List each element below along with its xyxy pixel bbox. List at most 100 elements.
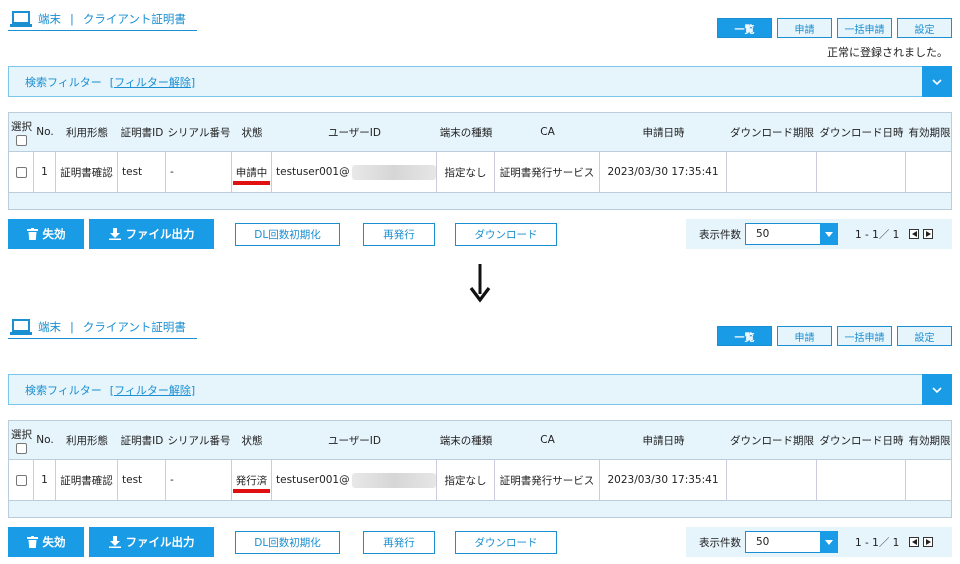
tab-settings[interactable]: 設定 — [897, 326, 952, 346]
per-page-label: 表示件数 — [699, 228, 741, 241]
export-label: ファイル出力 — [125, 535, 195, 549]
row-dl-limit — [727, 152, 817, 192]
tab-bulk-apply[interactable]: 一括申請 — [837, 326, 892, 346]
reissue-button[interactable]: 再発行 — [363, 223, 435, 246]
status-message: 正常に登録されました。 — [827, 46, 948, 59]
trash-icon — [26, 228, 38, 240]
row-usage: 証明書確認 — [56, 152, 118, 192]
row-ca: 証明書発行サービス — [495, 460, 600, 500]
row-select — [9, 152, 34, 192]
row-select — [9, 460, 34, 500]
breadcrumb-device[interactable]: 端末 — [38, 11, 61, 27]
status-text: 申請中 — [235, 166, 268, 179]
revoke-label: 失効 — [42, 535, 66, 549]
per-page-select[interactable]: 50 — [745, 531, 838, 553]
tab-apply[interactable]: 申請 — [777, 326, 832, 346]
col-dl-at: ダウンロード日時 — [819, 126, 904, 139]
tab-bar: 一覧 申請 一括申請 設定 — [717, 326, 952, 346]
col-no: No. — [36, 434, 54, 446]
filter-toggle-button[interactable] — [922, 374, 952, 405]
col-expires: 有効期限 — [908, 126, 951, 139]
row-expires — [906, 152, 953, 192]
reset-dl-button[interactable]: DL回数初期化 — [235, 223, 340, 246]
per-page-select[interactable]: 50 — [745, 223, 838, 245]
table-row[interactable]: 1 証明書確認 test - 申請中 testuser001@ 指定なし 証明書… — [9, 151, 951, 193]
redacted-domain — [351, 164, 436, 180]
chevron-down-icon — [932, 386, 942, 393]
tab-list[interactable]: 一覧 — [717, 18, 772, 38]
download-icon — [108, 536, 121, 548]
revoke-button[interactable]: 失効 — [8, 527, 84, 557]
col-device-type: 端末の種類 — [439, 434, 493, 447]
col-cert-id: 証明書ID — [120, 434, 164, 447]
trash-icon — [26, 536, 38, 548]
reset-dl-button[interactable]: DL回数初期化 — [235, 531, 340, 554]
action-bar: 失効 ファイル出力 — [8, 219, 219, 249]
export-button[interactable]: ファイル出力 — [89, 527, 214, 557]
row-no: 1 — [34, 460, 56, 500]
laptop-icon — [10, 319, 32, 335]
laptop-icon — [10, 11, 32, 27]
download-button[interactable]: ダウンロード — [455, 531, 557, 554]
status-value: 申請中 — [232, 165, 271, 185]
row-serial: - — [166, 460, 232, 500]
filter-label[interactable]: 検索フィルター — [25, 382, 102, 398]
prev-page-icon[interactable] — [909, 229, 920, 239]
pagination: 表示件数 50 1 - 1／ 1 — [686, 219, 952, 249]
row-usage: 証明書確認 — [56, 460, 118, 500]
chevron-down-icon — [932, 78, 942, 85]
export-button[interactable]: ファイル出力 — [89, 219, 214, 249]
row-checkbox[interactable] — [15, 166, 27, 178]
next-page-icon[interactable] — [923, 229, 934, 239]
down-arrow-icon — [469, 264, 491, 303]
tab-apply[interactable]: 申請 — [777, 18, 832, 38]
col-ca: CA — [540, 434, 555, 446]
row-dl-at — [817, 460, 906, 500]
col-no: No. — [36, 126, 54, 138]
col-status: 状態 — [241, 126, 263, 139]
download-button[interactable]: ダウンロード — [455, 223, 557, 246]
tab-bulk-apply[interactable]: 一括申請 — [837, 18, 892, 38]
tab-settings[interactable]: 設定 — [897, 18, 952, 38]
status-value: 発行済 — [232, 473, 271, 493]
search-filter-bar: 検索フィルター [フィルター解除] — [8, 66, 952, 97]
breadcrumb-separator: | — [70, 12, 74, 26]
col-user-id: ユーザーID — [328, 126, 381, 139]
tab-list[interactable]: 一覧 — [717, 326, 772, 346]
col-ca: CA — [540, 126, 555, 138]
breadcrumb: 端末 | クライアント証明書 — [10, 8, 186, 30]
breadcrumb-device[interactable]: 端末 — [38, 319, 61, 335]
table-row[interactable]: 1 証明書確認 test - 発行済 testuser001@ 指定なし 証明書… — [9, 459, 951, 501]
col-applied-at: 申請日時 — [642, 126, 685, 139]
page-title: クライアント証明書 — [82, 320, 186, 334]
col-applied-at: 申請日時 — [642, 434, 685, 447]
filter-toggle-button[interactable] — [922, 66, 952, 97]
filter-clear-link[interactable]: [フィルター解除] — [110, 382, 195, 398]
col-user-id: ユーザーID — [328, 434, 381, 447]
per-page-value: 50 — [756, 536, 770, 548]
download-icon — [108, 228, 121, 240]
next-page-icon[interactable] — [923, 537, 934, 547]
user-id-text: testuser001@ — [276, 166, 350, 178]
header-underline — [8, 30, 197, 31]
row-user-id: testuser001@ — [272, 460, 437, 500]
filter-label[interactable]: 検索フィルター — [25, 74, 102, 90]
select-arrow-icon — [820, 531, 838, 553]
search-filter-bar: 検索フィルター [フィルター解除] — [8, 374, 952, 405]
row-dl-limit — [727, 460, 817, 500]
filter-clear-link[interactable]: [フィルター解除] — [110, 74, 195, 90]
row-expires — [906, 460, 953, 500]
status-text: 発行済 — [235, 474, 268, 487]
prev-page-icon[interactable] — [909, 537, 920, 547]
table-header: 選択 No. 利用形態 証明書ID シリアル番号 状態 ユーザーID 端末の種類… — [9, 421, 951, 459]
redacted-domain — [351, 472, 436, 488]
revoke-button[interactable]: 失効 — [8, 219, 84, 249]
row-checkbox[interactable] — [15, 474, 27, 486]
row-no: 1 — [34, 152, 56, 192]
row-status: 発行済 — [232, 460, 272, 500]
select-all-checkbox[interactable] — [16, 442, 27, 454]
col-dl-at: ダウンロード日時 — [819, 434, 904, 447]
select-all-checkbox[interactable] — [16, 134, 27, 146]
reissue-button[interactable]: 再発行 — [363, 531, 435, 554]
per-page-label: 表示件数 — [699, 536, 741, 549]
